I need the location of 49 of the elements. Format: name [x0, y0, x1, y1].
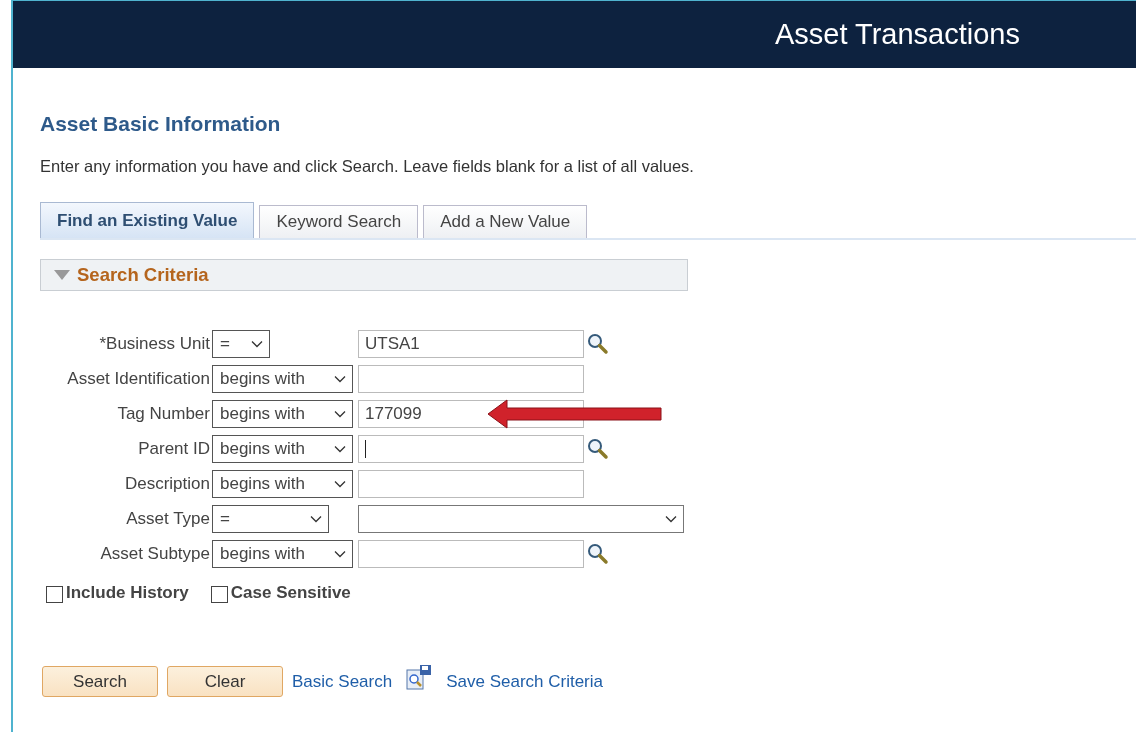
operator-select[interactable]: = [212, 330, 270, 358]
operator-select[interactable]: begins with [212, 435, 353, 463]
caret-icon [334, 550, 346, 558]
field-label: Asset Type [125, 509, 210, 529]
field-label: *Business Unit [98, 334, 210, 354]
value-field[interactable]: UTSA1 [358, 330, 584, 358]
link[interactable]: Basic Search [292, 671, 393, 692]
caret-icon [334, 410, 346, 418]
field-label: Tag Number [116, 404, 210, 424]
action-button[interactable]: Search [42, 666, 158, 697]
field-label: Asset Identification [66, 369, 210, 389]
section-header[interactable]: Search Criteria [40, 259, 688, 291]
field-label: Parent ID [137, 439, 210, 459]
link[interactable]: Save Search Criteria [446, 671, 603, 692]
action-button[interactable]: Clear [167, 666, 283, 697]
tab[interactable]: Keyword Search [259, 205, 419, 238]
field-label: Description [123, 474, 210, 494]
field-label: Asset Subtype [99, 544, 210, 564]
save-search-icon[interactable] [406, 663, 433, 690]
caret-icon [251, 340, 263, 348]
value-field[interactable] [358, 540, 584, 568]
page-title: Asset Basic Information [40, 112, 282, 136]
checkbox-label: Case Sensitive [230, 583, 351, 603]
search-icon[interactable] [587, 543, 609, 565]
header-title: Asset Transactions [775, 18, 1020, 51]
operator-select[interactable]: begins with [212, 540, 353, 568]
section-title: Search Criteria [77, 264, 209, 286]
value-field[interactable] [358, 435, 584, 463]
tab[interactable]: Add a New Value [423, 205, 588, 238]
caret-icon [334, 480, 346, 488]
operator-select[interactable]: = [212, 505, 329, 533]
caret-icon [334, 445, 346, 453]
checkbox[interactable] [210, 586, 228, 603]
caret-icon [665, 515, 677, 523]
search-icon[interactable] [587, 333, 609, 355]
tab[interactable]: Find an Existing Value [40, 202, 255, 238]
operator-select[interactable]: begins with [212, 400, 353, 428]
checkbox[interactable] [46, 586, 63, 603]
value-field[interactable] [358, 365, 584, 393]
checkbox-label: Include History [66, 583, 189, 603]
value-field[interactable] [358, 470, 584, 498]
instructions-text: Enter any information you have and click Search. Leave fields blank for a list of all values. [40, 157, 695, 176]
caret-icon [334, 375, 346, 383]
caret-icon [310, 515, 322, 523]
operator-select[interactable]: begins with [212, 470, 353, 498]
operator-select[interactable]: begins with [212, 365, 353, 393]
search-icon[interactable] [587, 438, 609, 460]
value-select[interactable] [358, 505, 684, 533]
value-field[interactable]: 177099 [358, 400, 584, 428]
